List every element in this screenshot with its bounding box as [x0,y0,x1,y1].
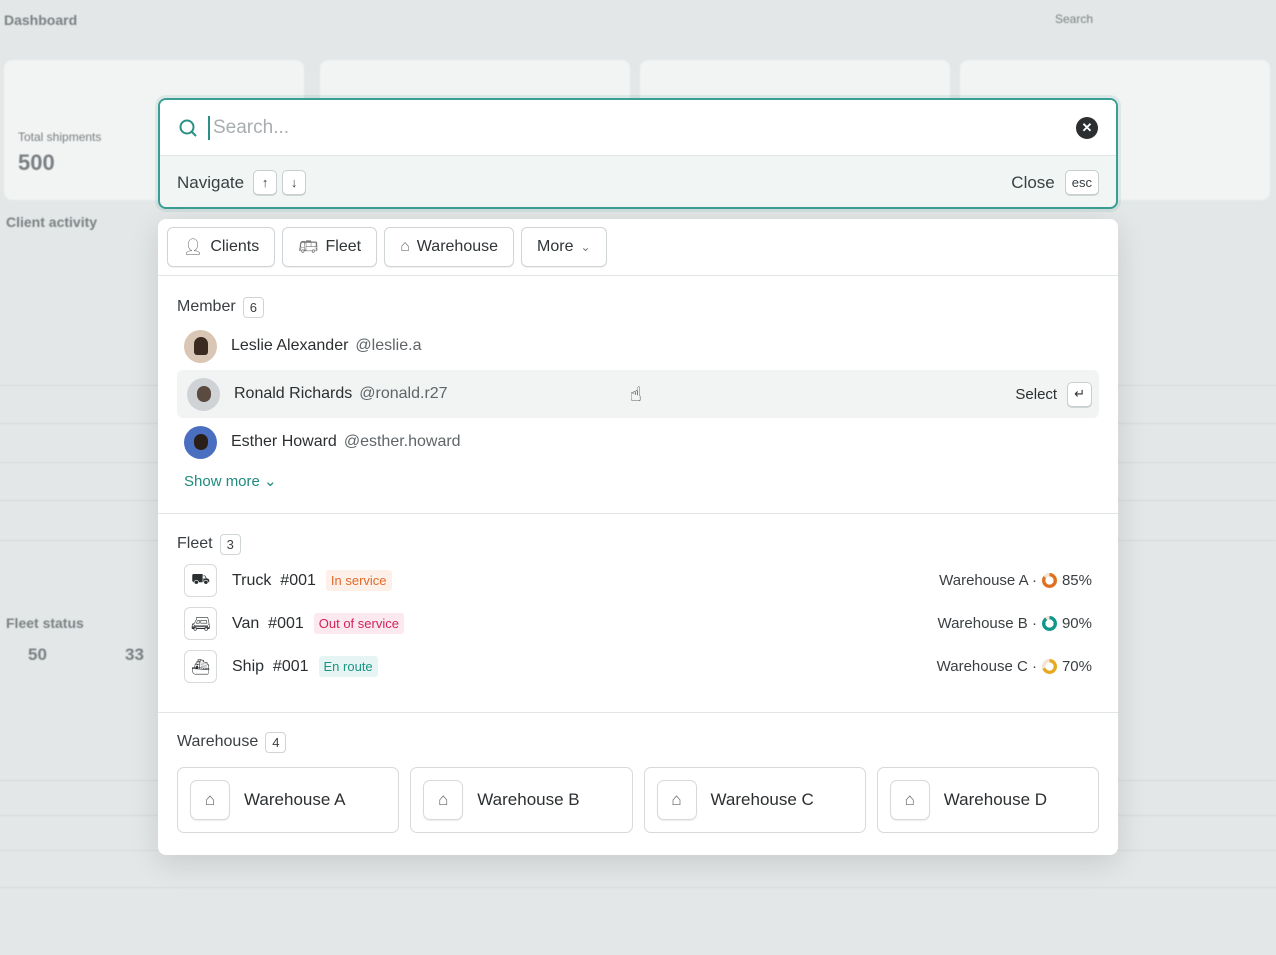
member-handle: @leslie.a [355,337,422,354]
filter-fleet[interactable]: 🚌︎ Fleet [282,227,378,267]
dashboard-title: Dashboard [4,12,78,28]
vehicle-id: #001 [272,657,309,675]
warehouse-card[interactable]: ⌂ Warehouse A [177,767,400,833]
warehouse-icon: ⌂ [423,780,464,820]
filter-more[interactable]: More ⌄ [521,227,607,267]
status-badge: In service [325,570,392,591]
search-input[interactable] [208,115,1076,140]
truck-icon: ⛟ [184,564,217,597]
ship-icon: ⛴ [184,650,217,683]
capacity-percent: 90% [1061,615,1092,632]
avatar [184,329,217,363]
clear-icon[interactable]: ✕ [1076,116,1098,139]
status-badge: En route [318,656,378,677]
warehouse-card[interactable]: ⌂ Warehouse C [643,767,866,833]
bg-search: Search [1055,12,1094,26]
arrow-down-key: ↓ [282,170,307,195]
user-icon: 👤︎ [183,239,204,256]
vehicle-warehouse: Warehouse A · [939,572,1037,589]
van-icon: 🚐︎ [184,607,217,640]
bg-value: 50 [28,645,47,664]
count-badge: 3 [219,533,241,555]
member-name: Esther Howard [231,433,337,450]
arrow-up-key: ↑ [253,170,278,195]
section-title: Member [177,298,236,315]
warehouse-card[interactable]: ⌂ Warehouse D [876,767,1099,833]
warehouse-name: Warehouse C [710,790,814,809]
count-badge: 4 [265,731,287,753]
hand-cursor-icon: ☝︎ [629,383,642,406]
filter-label: Warehouse [416,238,499,255]
filter-warehouse[interactable]: ⌂ Warehouse [384,227,515,267]
navigate-label: Navigate [177,172,245,192]
bg-heading: Client activity [6,214,98,230]
fleet-section: Fleet 3 ⛟ Truck #001 In service Warehouse… [158,514,1118,713]
filter-label: Fleet [325,238,362,255]
vehicle-type: Truck [232,571,272,589]
capacity-ring-icon [1041,573,1057,588]
capacity-ring-icon [1041,659,1057,674]
capacity-percent: 85% [1061,572,1092,589]
warehouse-icon: ⌂ [889,780,930,820]
member-item[interactable]: Leslie Alexander @leslie.a [177,322,1099,370]
search-icon [179,119,197,137]
bg-heading: Fleet status [6,615,84,631]
select-label[interactable]: Select [1015,386,1057,403]
avatar [187,377,220,411]
capacity-ring-icon [1041,616,1057,631]
filter-clients[interactable]: 👤︎ Clients [167,227,276,267]
vehicle-type: Van [232,614,260,632]
vehicle-warehouse: Warehouse C · [936,658,1037,675]
vehicle-type: Ship [232,657,265,675]
warehouse-name: Warehouse D [943,790,1048,809]
count-badge: 6 [242,296,264,318]
bg-value: 33 [125,645,144,664]
member-item[interactable]: Esther Howard @esther.howard [177,418,1099,466]
show-more-link[interactable]: Show more ⌄ [177,466,1099,490]
vehicle-id: #001 [268,614,304,632]
warehouse-section: Warehouse 4 ⌂ Warehouse A ⌂ Warehouse B ⌂ Ware… [158,713,1118,833]
bg-value: 500 [18,150,55,175]
warehouse-icon: ⌂ [656,780,697,820]
esc-key[interactable]: esc [1064,170,1099,195]
bg-label: Total shipments [18,130,102,144]
status-badge: Out of service [313,613,404,634]
results-panel: 👤︎ Clients 🚌︎ Fleet ⌂ Warehouse More ⌄ Membe… [158,219,1118,855]
filter-bar: 👤︎ Clients 🚌︎ Fleet ⌂ Warehouse More ⌄ [158,219,1118,276]
fleet-item[interactable]: 🚐︎ Van #001 Out of service Warehouse B ·… [177,602,1099,645]
chevron-down-icon: ⌄ [580,240,591,254]
show-more-label: Show more [184,473,260,490]
search-box: ✕ Navigate ↑ ↓ Close esc [158,98,1118,209]
avatar [184,425,217,459]
member-handle: @esther.howard [343,433,461,450]
warehouse-icon: ⌂ [190,780,230,820]
member-item-selected[interactable]: Ronald Richards @ronald.r27 ☝︎ Select ↵ [177,370,1099,418]
warehouse-name: Warehouse B [477,790,580,809]
member-section: Member 6 Leslie Alexander @leslie.a Ronald… [158,276,1118,514]
section-title: Fleet [177,535,213,552]
bus-icon: 🚌︎ [298,239,319,256]
member-handle: @ronald.r27 [359,385,448,402]
member-name: Ronald Richards [234,385,353,402]
section-title: Warehouse [177,733,259,750]
warehouse-card[interactable]: ⌂ Warehouse B [410,767,633,833]
filter-label: Clients [210,238,260,255]
filter-label: More [537,238,574,255]
member-name: Leslie Alexander [231,337,349,354]
warehouse-name: Warehouse A [244,790,346,809]
enter-key-icon: ↵ [1067,381,1092,407]
vehicle-warehouse: Warehouse B · [937,615,1037,632]
vehicle-id: #001 [280,571,316,589]
fleet-item[interactable]: ⛟ Truck #001 In service Warehouse A · 85… [177,559,1099,602]
warehouse-icon: ⌂ [400,238,410,255]
close-label: Close [1011,172,1055,192]
capacity-percent: 70% [1061,658,1092,675]
fleet-item[interactable]: ⛴ Ship #001 En route Warehouse C · 70% [177,645,1099,688]
